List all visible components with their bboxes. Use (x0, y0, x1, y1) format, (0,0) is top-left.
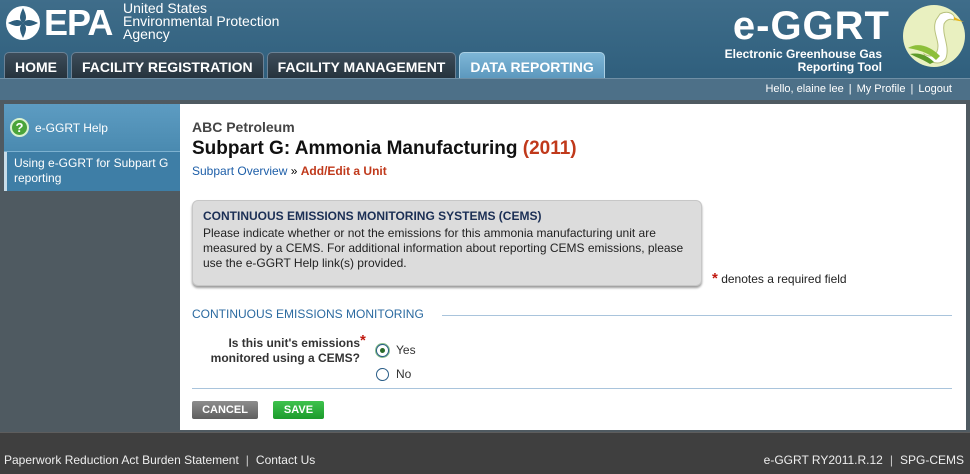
contact-link[interactable]: Contact Us (256, 453, 315, 467)
help-header[interactable]: ? e-GGRT Help (4, 104, 180, 152)
help-sidebar: ? e-GGRT Help Using e-GGRT for Subpart G… (4, 104, 180, 191)
reporting-year: (2011) (522, 138, 577, 159)
page: EPA United States Environmental Protecti… (0, 0, 970, 474)
epa-flower-icon (6, 6, 40, 40)
paperwork-link[interactable]: Paperwork Reduction Act Burden Statement (4, 453, 239, 467)
main-nav-tabs: HOME FACILITY REGISTRATION FACILITY MANA… (4, 52, 605, 79)
radio-option-no[interactable]: No (376, 362, 416, 386)
epa-wordmark: EPA (44, 2, 113, 43)
required-note-text: denotes a required field (721, 272, 847, 286)
app-subtitle: Electronic Greenhouse Gas Reporting Tool (725, 48, 882, 74)
app-title: e-GGRT (732, 4, 890, 48)
breadcrumb-current: Add/Edit a Unit (300, 164, 387, 178)
tab-home[interactable]: HOME (4, 52, 68, 79)
section-title: CONTINUOUS EMISSIONS MONITORING (192, 307, 424, 321)
user-greeting: Hello, elaine lee (765, 83, 844, 95)
cancel-button[interactable]: CANCEL (192, 401, 258, 419)
radio-no-label[interactable]: No (396, 367, 411, 381)
main-content: ABC Petroleum Subpart G: Ammonia Manufac… (180, 104, 966, 430)
epa-logo[interactable]: EPA (4, 2, 113, 43)
breadcrumb-subpart-overview[interactable]: Subpart Overview (192, 164, 287, 178)
save-button[interactable]: SAVE (273, 401, 324, 419)
help-label: e-GGRT Help (35, 120, 108, 135)
user-bar: Hello, elaine lee | My Profile | Logout (0, 78, 970, 100)
footer-links: Paperwork Reduction Act Burden Statement… (4, 453, 315, 467)
logout-link[interactable]: Logout (918, 83, 952, 95)
help-topic-link[interactable]: Using e-GGRT for Subpart G reporting (4, 152, 180, 191)
section-divider (442, 315, 952, 316)
separator: | (848, 83, 852, 95)
footer-version: e-GGRT RY2011.R.12 | SPG-CEMS (764, 453, 964, 467)
app-subtitle-line-2: Reporting Tool (797, 60, 882, 74)
radio-yes-label[interactable]: Yes (396, 343, 416, 357)
breadcrumb-separator: » (290, 164, 298, 178)
required-star: * (712, 270, 718, 287)
egret-logo-icon (903, 5, 965, 67)
radio-no-button[interactable] (376, 367, 389, 381)
cems-info-box: CONTINUOUS EMISSIONS MONITORING SYSTEMS … (192, 200, 702, 286)
required-field-note: * denotes a required field (712, 270, 847, 287)
company-name: ABC Petroleum (192, 119, 295, 135)
radio-yes-button[interactable] (376, 343, 389, 357)
separator: | (889, 453, 893, 467)
page-code: SPG-CEMS (899, 453, 964, 467)
tab-facility-registration[interactable]: FACILITY REGISTRATION (71, 52, 264, 79)
cems-radio-group: Yes No (376, 338, 416, 386)
separator: | (910, 83, 914, 95)
my-profile-link[interactable]: My Profile (857, 83, 906, 95)
help-question-icon: ? (10, 118, 29, 137)
tab-data-reporting[interactable]: DATA REPORTING (459, 52, 605, 79)
radio-option-yes[interactable]: Yes (376, 338, 416, 362)
page-title-text: Subpart G: Ammonia Manufacturing (192, 138, 518, 159)
form-divider (192, 388, 952, 389)
tab-facility-management[interactable]: FACILITY MANAGEMENT (266, 52, 457, 79)
info-box-text: Please indicate whether or not the emiss… (203, 226, 684, 270)
agency-name: United States Environmental Protection A… (123, 1, 279, 42)
question-required-star: * (360, 332, 366, 349)
info-box-title: CONTINUOUS EMISSIONS MONITORING SYSTEMS … (203, 209, 542, 223)
cems-question-label: Is this unit's emissions monitored using… (210, 336, 360, 365)
version-text: e-GGRT RY2011.R.12 (763, 453, 883, 467)
footer: Paperwork Reduction Act Burden Statement… (0, 432, 970, 474)
page-title: Subpart G: Ammonia Manufacturing (2011) (192, 138, 577, 160)
breadcrumb: Subpart Overview » Add/Edit a Unit (192, 164, 387, 178)
agency-line-3: Agency (123, 26, 170, 42)
separator: | (245, 453, 249, 467)
